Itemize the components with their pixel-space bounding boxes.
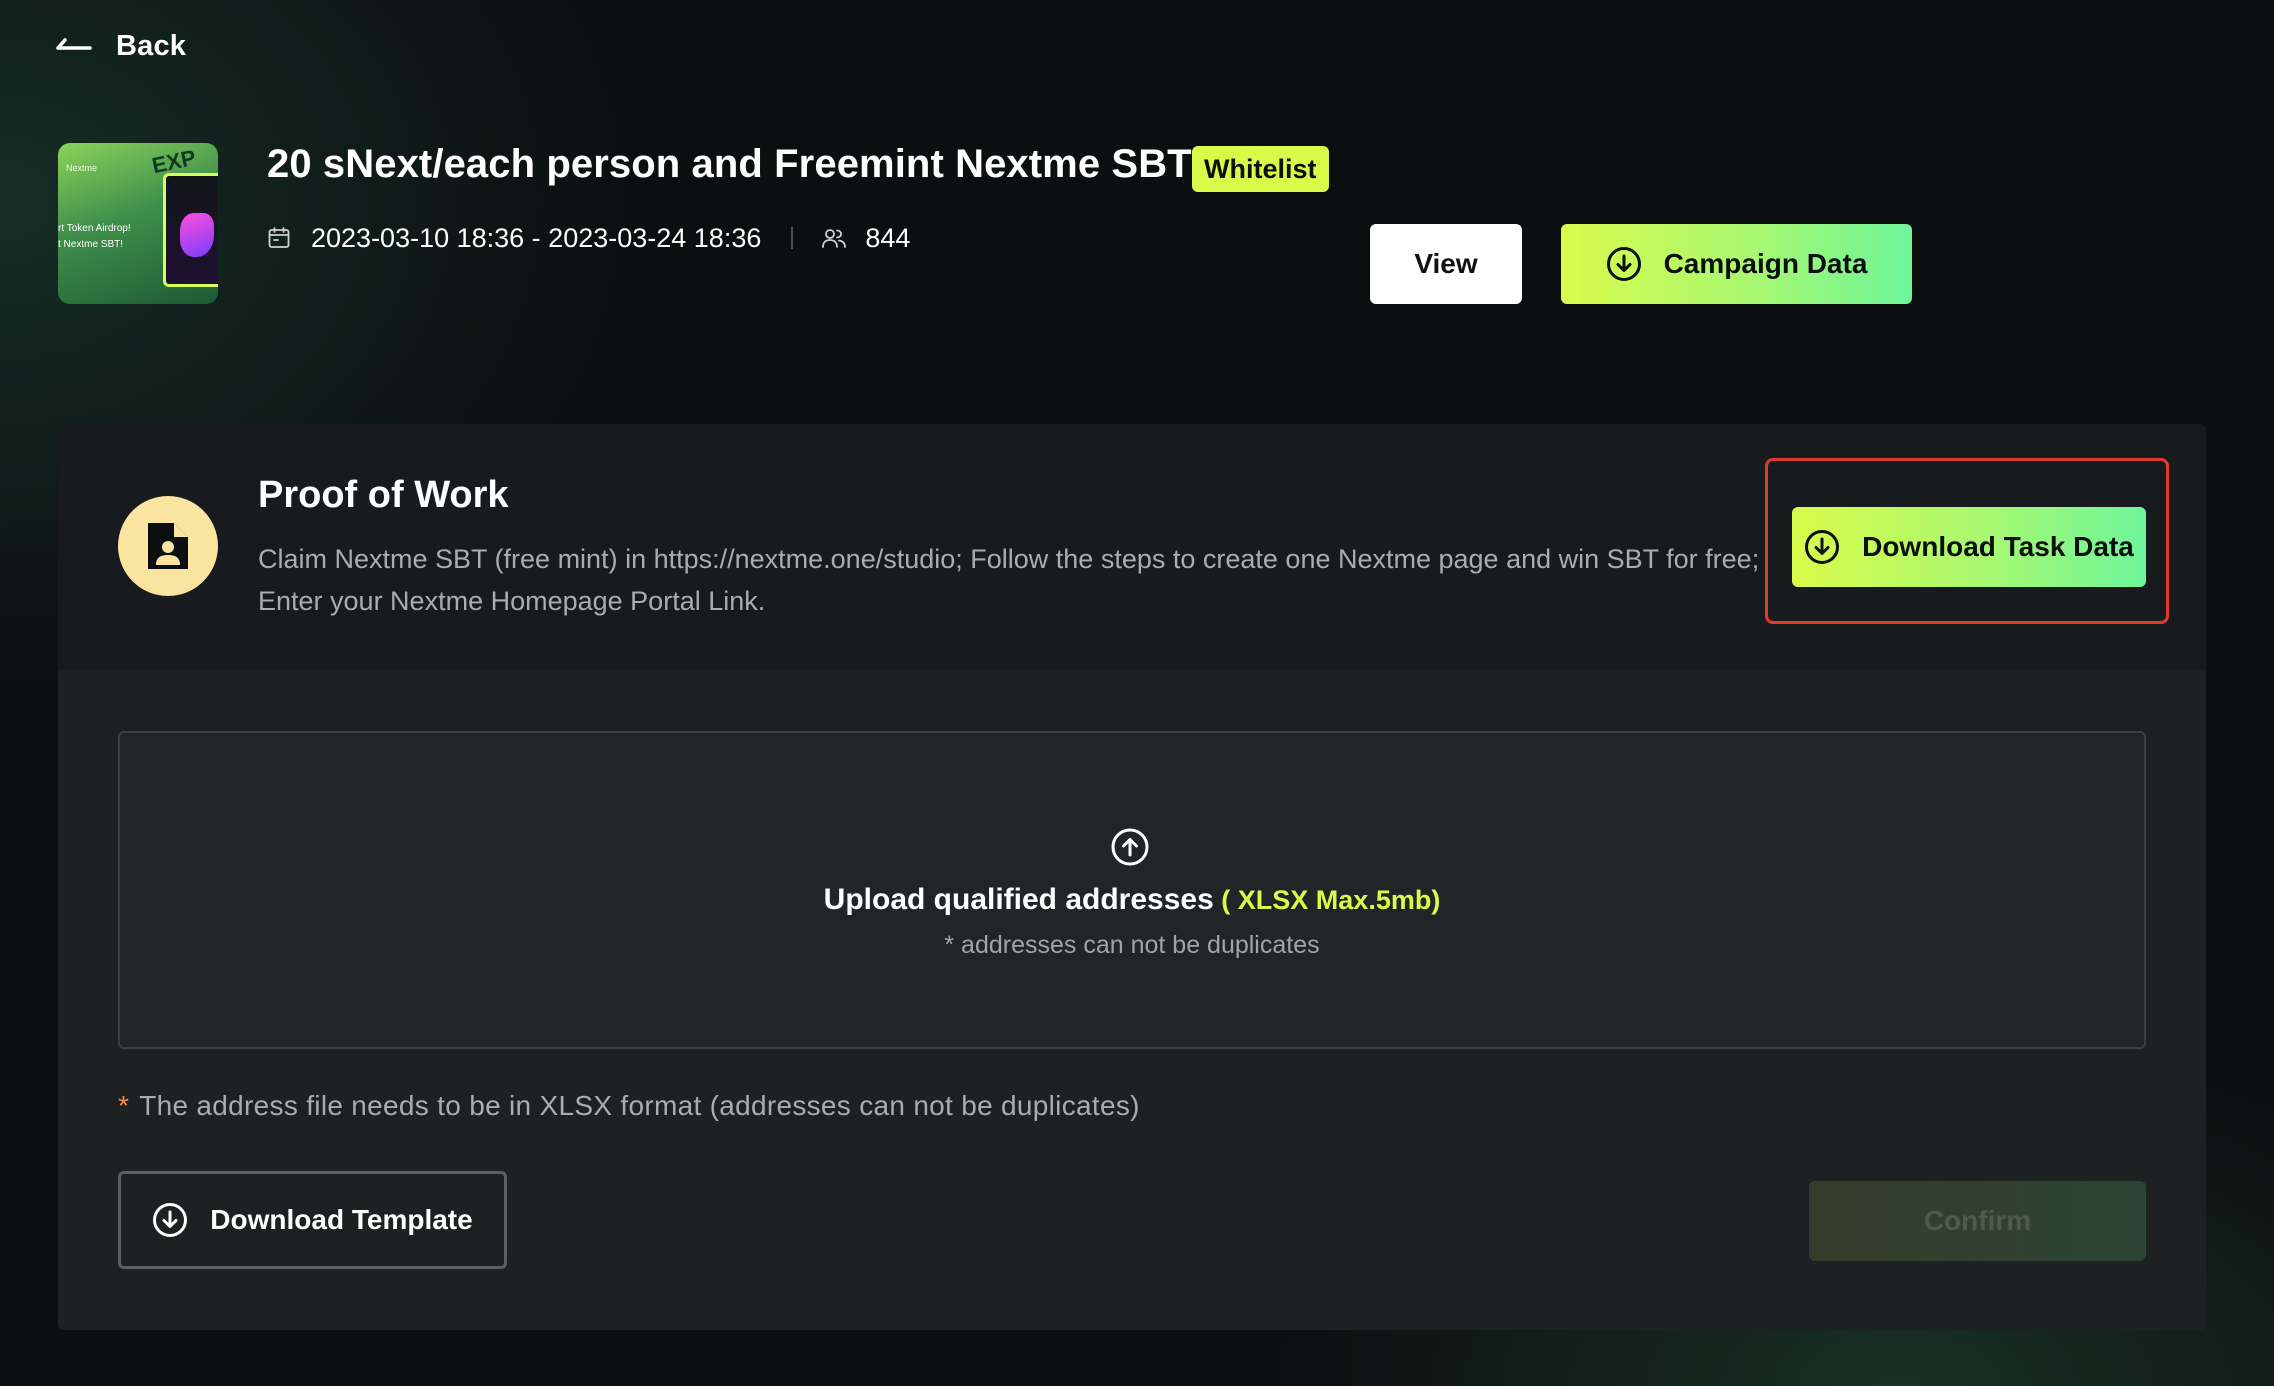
campaign-data-label: Campaign Data <box>1663 248 1868 279</box>
campaign-thumbnail: Nextme EXP rt Token Airdrop! t Nextme SB… <box>58 143 218 304</box>
file-format-hint-text: The address file needs to be in XLSX for… <box>139 1090 1140 1121</box>
thumbnail-brand: Nextme <box>66 163 98 173</box>
upload-dropzone[interactable]: Upload qualified addresses ( XLSX Max.5m… <box>118 731 2146 1049</box>
campaign-data-button[interactable]: Campaign Data <box>1561 224 1912 304</box>
meta-divider <box>791 227 794 249</box>
download-icon <box>153 1203 188 1237</box>
task-description: Claim Nextme SBT (free mint) in https://… <box>258 544 1760 616</box>
confirm-button[interactable]: Confirm <box>1809 1181 2146 1261</box>
upload-note: * addresses can not be duplicates <box>944 931 1320 959</box>
participant-count: 844 <box>865 222 911 253</box>
calendar-icon <box>268 227 290 248</box>
task-title: Proof of Work <box>258 474 509 516</box>
task-icon <box>118 496 218 596</box>
task-panel: Proof of Work Claim Nextme SBT (free min… <box>58 424 2206 1330</box>
download-task-data-label: Download Task Data <box>1862 531 2134 562</box>
required-asterisk: * <box>118 1090 130 1121</box>
whitelist-badge: Whitelist <box>1192 146 1329 192</box>
document-user-icon <box>148 523 188 569</box>
back-label: Back <box>116 29 187 62</box>
back-button[interactable]: Back <box>56 22 186 70</box>
download-icon <box>1606 247 1641 281</box>
campaign-meta: 2023-03-10 18:36 - 2023-03-24 18:36 844 <box>267 218 910 258</box>
download-icon <box>1805 530 1840 564</box>
confirm-button-label: Confirm <box>1923 1205 2032 1236</box>
upload-title-text: Upload qualified addresses <box>823 883 1214 916</box>
upload-format-hint: ( XLSX Max.5mb) <box>1213 885 1441 915</box>
arrow-left-icon <box>56 38 92 50</box>
thumbnail-text-line: rt Token Airdrop! <box>58 223 131 234</box>
campaign-date-range: 2023-03-10 18:36 - 2023-03-24 18:36 <box>311 222 762 253</box>
upload-title: Upload qualified addresses ( XLSX Max.5m… <box>120 883 2144 917</box>
view-button[interactable]: View <box>1370 224 1522 304</box>
file-format-hint: * The address file needs to be in XLSX fo… <box>118 1090 1140 1122</box>
users-icon <box>822 229 847 248</box>
upload-icon <box>1111 828 1149 866</box>
campaign-title: 20 sNext/each person and Freemint Nextme… <box>267 142 1192 186</box>
thumbnail-text-line: t Nextme SBT! <box>58 239 124 250</box>
download-task-data-button[interactable]: Download Task Data <box>1792 507 2146 587</box>
download-template-label: Download Template <box>210 1204 473 1235</box>
thumbnail-graphic <box>180 213 214 257</box>
view-button-label: View <box>1414 248 1478 279</box>
download-template-button[interactable]: Download Template <box>118 1171 507 1269</box>
